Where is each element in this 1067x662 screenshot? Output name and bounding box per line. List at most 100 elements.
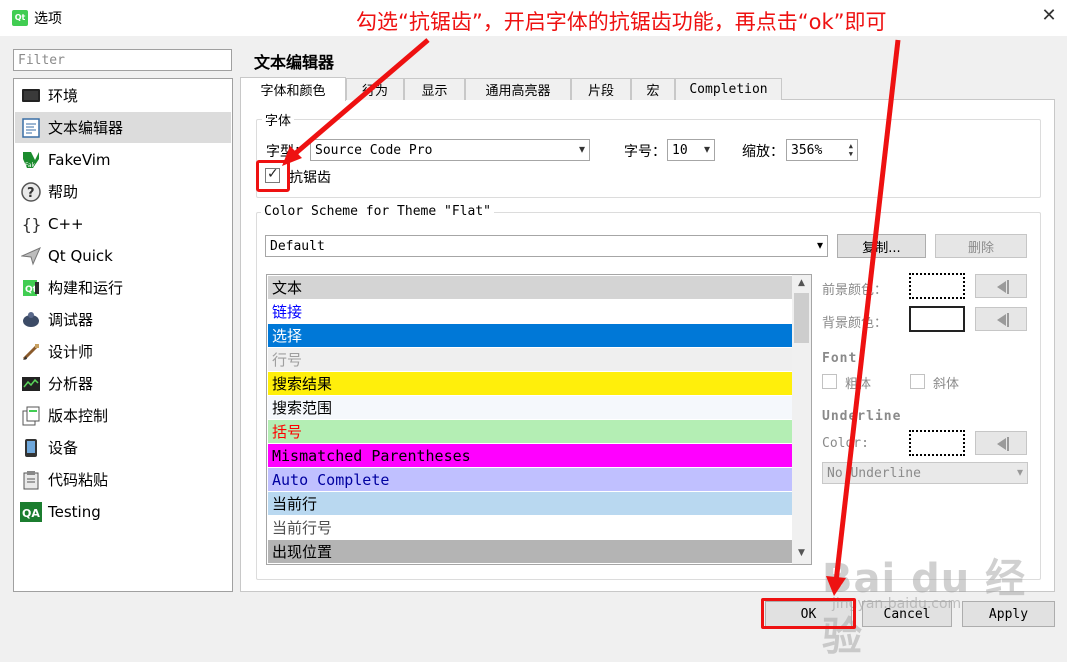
close-icon[interactable]: ✕ [1038,4,1060,28]
category-label: Qt Quick [48,246,113,265]
font-family-label: 字型： [266,144,308,160]
category-label: 帮助 [48,183,79,201]
scheme-item[interactable]: 链接 [268,300,793,323]
tab-completion[interactable]: Completion [675,78,782,100]
foreground-color-swatch[interactable] [909,273,965,299]
category-item-device[interactable]: 设备 [15,432,231,463]
category-label: 分析器 [48,375,94,393]
category-item-environment[interactable]: 环境 [15,80,231,111]
category-item-help[interactable]: ? 帮助 [15,176,231,207]
spin-arrows-icon[interactable]: ▲ ▼ [849,142,853,158]
category-item-cpp[interactable]: {} C++ [15,208,231,239]
category-item-qt-quick[interactable]: Qt Quick [15,240,231,271]
tab-behavior[interactable]: 行为 [346,78,404,100]
scheme-item[interactable]: Mismatched Parentheses [268,444,793,467]
ok-highlight-box [761,598,856,629]
help-icon: ? [20,181,42,203]
category-label: 调试器 [48,311,94,329]
scheme-items-list[interactable]: 文本 链接 选择 行号 搜索结果 搜索范围 括号 Mismatched Parentheses… [266,274,812,565]
font-size-label: 字号： [624,144,666,160]
clear-underline-color-icon[interactable] [975,431,1027,455]
version-control-icon [20,405,42,427]
foreground-color-label: 前景颜色： [822,283,888,298]
category-label: 设备 [48,439,79,457]
category-label: 代码粘贴 [48,471,109,489]
category-list: 环境 文本编辑器 Fake FakeVim ? 帮助 {} C++ Qt Qui… [13,78,233,592]
category-item-analyzer[interactable]: 分析器 [15,368,231,399]
chevron-down-icon: ▼ [816,240,823,252]
build-run-icon: Qt [20,277,42,299]
font-size-combo[interactable]: 10 ▼ [667,139,715,161]
category-item-fakevim[interactable]: Fake FakeVim [15,144,231,175]
scheme-item[interactable]: 括号 [268,420,793,443]
background-color-swatch[interactable] [909,306,965,332]
scheme-item[interactable]: 当前行号 [268,516,793,539]
category-label: FakeVim [48,150,111,169]
scrollbar[interactable]: ▲ ▼ [792,275,811,564]
tab-display[interactable]: 显示 [404,78,465,100]
scheme-item[interactable]: 选择 [268,324,793,347]
annotation-text: 勾选“抗锯齿”，开启字体的抗锯齿功能，再点击“ok”即可 [356,10,887,34]
category-label: Testing [48,502,101,521]
italic-checkbox[interactable] [910,374,925,389]
zoom-spinbox[interactable]: 356% ▲ ▼ [786,139,858,161]
filter-input[interactable] [13,49,232,71]
chevron-down-icon: ▼ [1016,467,1023,479]
scheme-item[interactable]: Auto Complete [268,468,793,491]
device-icon [20,437,42,459]
font-group-title: 字体 [262,110,295,129]
bold-label: 粗体 [845,377,872,392]
clear-foreground-icon[interactable] [975,274,1027,298]
svg-text:QA: QA [22,507,40,520]
text-editor-icon [20,117,42,139]
category-label: 设计师 [48,343,94,361]
font-family-value: Source Code Pro [315,142,433,158]
underline-color-swatch[interactable] [909,430,965,456]
delete-scheme-button[interactable]: 删除 [935,234,1027,258]
cpp-braces-icon: {} [20,213,42,235]
qt-quick-icon [20,245,42,267]
category-item-designer[interactable]: 设计师 [15,336,231,367]
fakevim-icon: Fake [20,149,42,171]
scroll-down-icon[interactable]: ▼ [792,545,811,562]
copy-scheme-button[interactable]: 复制... [837,234,926,258]
category-item-version-control[interactable]: 版本控制 [15,400,231,431]
color-scheme-title: Color Scheme for Theme "Flat" [261,204,494,219]
svg-text:?: ? [27,186,35,201]
bold-checkbox[interactable] [822,374,837,389]
underline-heading: Underline [822,409,902,424]
scheme-item[interactable]: 当前行 [268,492,793,515]
scroll-thumb[interactable] [794,293,809,343]
scheme-item[interactable]: 出现位置 [268,540,793,563]
font-family-combo[interactable]: Source Code Pro ▼ [310,139,590,161]
scheme-item[interactable]: 搜索范围 [268,396,793,419]
zoom-label: 缩放： [742,144,784,160]
italic-label: 斜体 [933,377,960,392]
scheme-item[interactable]: 行号 [268,348,793,371]
analyzer-icon [20,373,42,395]
category-item-code-paste[interactable]: 代码粘贴 [15,464,231,495]
tab-generic-highlighter[interactable]: 通用高亮器 [465,78,571,100]
svg-text:Fake: Fake [25,162,39,169]
chevron-down-icon: ▼ [703,144,710,156]
svg-text:{}: {} [22,215,41,234]
tab-font-and-colors[interactable]: 字体和颜色 [240,77,346,101]
underline-style-combo[interactable]: No Underline ▼ [822,462,1028,484]
tab-snippets[interactable]: 片段 [571,78,631,100]
category-label: 环境 [48,87,79,105]
category-item-text-editor[interactable]: 文本编辑器 [15,112,231,143]
category-label: 构建和运行 [48,279,124,297]
category-item-testing[interactable]: QA Testing [15,496,231,527]
color-scheme-combo[interactable]: Default ▼ [265,235,828,257]
clear-background-icon[interactable] [975,307,1027,331]
scroll-up-icon[interactable]: ▲ [792,275,811,292]
scheme-item[interactable]: 搜索结果 [268,372,793,395]
scheme-item[interactable]: 文本 [268,276,793,299]
code-paste-icon [20,469,42,491]
category-item-debugger[interactable]: 调试器 [15,304,231,335]
tab-macros[interactable]: 宏 [631,78,675,100]
qt-logo-icon: Qt [12,10,28,26]
category-item-build-run[interactable]: Qt 构建和运行 [15,272,231,303]
page-title: 文本编辑器 [254,53,335,72]
category-label: 版本控制 [48,407,109,425]
